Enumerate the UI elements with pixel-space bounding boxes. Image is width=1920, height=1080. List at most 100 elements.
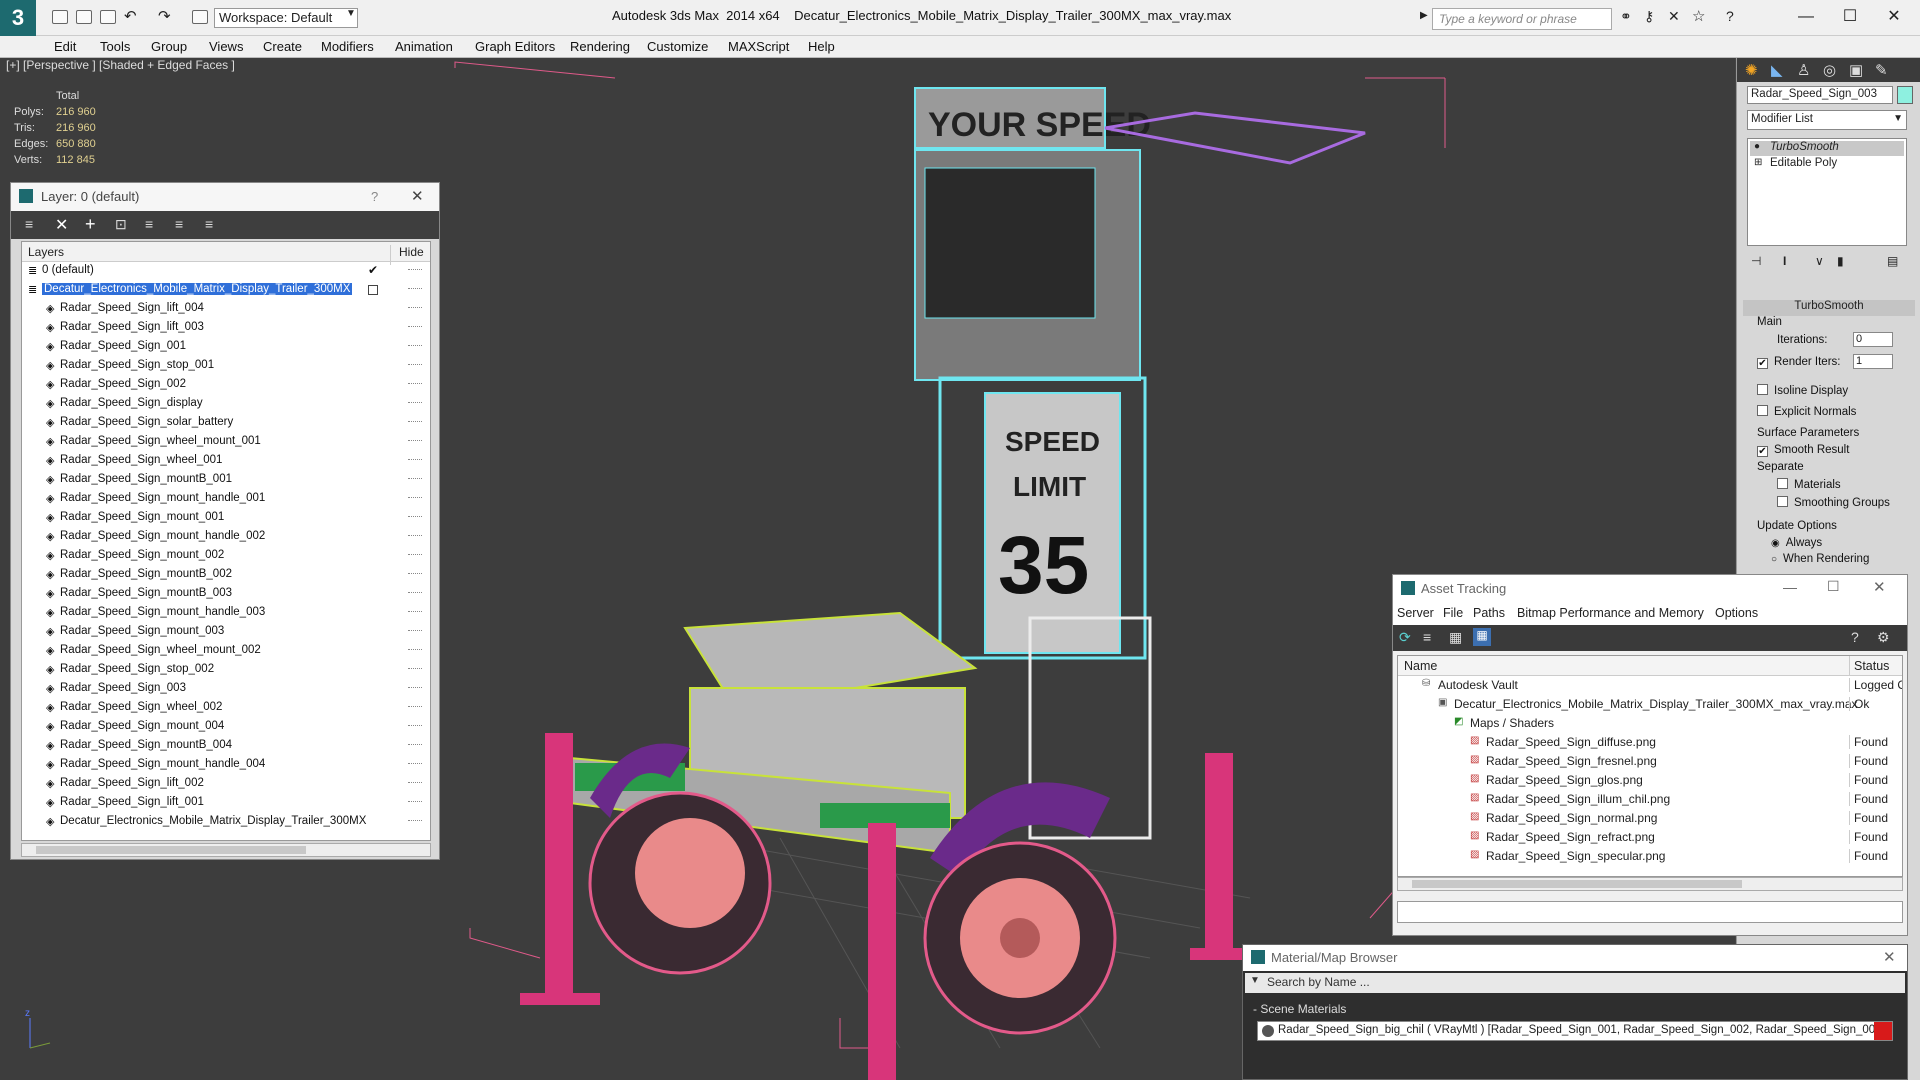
asset-row[interactable]: ▨ Radar_Speed_Sign_normal.png Found: [1398, 809, 1902, 828]
layer-row[interactable]: ◈ Radar_Speed_Sign_003: [22, 680, 430, 699]
layer-row[interactable]: ◈ Radar_Speed_Sign_001: [22, 338, 430, 357]
scene-materials-group[interactable]: - Scene Materials: [1245, 1001, 1905, 1019]
checkbox-unchecked[interactable]: [1757, 405, 1768, 416]
isoline-display-checkbox[interactable]: Isoline Display: [1757, 384, 1848, 397]
expand-icon[interactable]: ⊞: [1754, 157, 1762, 168]
layer-row[interactable]: ◈ Radar_Speed_Sign_mount_001: [22, 509, 430, 528]
close-button[interactable]: ✕: [1873, 578, 1886, 596]
add-to-layer-icon[interactable]: +: [85, 214, 96, 235]
layer-row[interactable]: ◈ Radar_Speed_Sign_mount_004: [22, 718, 430, 737]
communication-icon[interactable]: ✕: [1668, 8, 1680, 25]
lightbulb-icon[interactable]: ●: [1754, 141, 1760, 152]
help-icon[interactable]: ?: [1851, 629, 1859, 645]
menu-rendering[interactable]: Rendering: [570, 39, 630, 54]
menu-group[interactable]: Group: [151, 39, 187, 54]
hide-toggle[interactable]: [408, 763, 422, 764]
layer-row[interactable]: ◈ Radar_Speed_Sign_mountB_004: [22, 737, 430, 756]
menu-maxscript[interactable]: MAXScript: [728, 39, 789, 54]
hide-toggle[interactable]: [408, 630, 422, 631]
material-item[interactable]: Radar_Speed_Sign_big_chil ( VRayMtl ) [R…: [1257, 1021, 1893, 1041]
chevron-down-icon[interactable]: ▼: [1893, 113, 1903, 124]
checkbox-checked[interactable]: ✔: [1757, 446, 1768, 457]
star-icon[interactable]: ☆: [1692, 7, 1705, 25]
layer-horizontal-scrollbar[interactable]: [21, 843, 431, 857]
app-logo-icon[interactable]: 3: [0, 0, 36, 36]
hide-toggle[interactable]: [408, 820, 422, 821]
render-iters-spinner[interactable]: 1: [1853, 354, 1893, 369]
asset-row[interactable]: ⛁ Autodesk Vault Logged Out: [1398, 676, 1902, 695]
save-file-icon[interactable]: [100, 10, 116, 24]
layer-row[interactable]: ◈ Radar_Speed_Sign_mountB_001: [22, 471, 430, 490]
hide-toggle[interactable]: [408, 288, 422, 289]
layer-row[interactable]: ◈ Radar_Speed_Sign_lift_003: [22, 319, 430, 338]
hide-toggle[interactable]: [408, 307, 422, 308]
workspace-dropdown[interactable]: Workspace: Default: [214, 8, 358, 28]
table-view-icon[interactable]: ▦: [1473, 628, 1491, 646]
help-button[interactable]: ?: [371, 189, 378, 204]
chevron-down-icon[interactable]: ▼: [346, 8, 356, 19]
modify-tab-icon[interactable]: ◣: [1771, 61, 1783, 79]
configure-sets-icon[interactable]: ▤: [1887, 254, 1898, 268]
hide-toggle[interactable]: [408, 421, 422, 422]
hide-toggle[interactable]: [408, 744, 422, 745]
layer-row[interactable]: ◈ Radar_Speed_Sign_stop_002: [22, 661, 430, 680]
redo-icon[interactable]: ↷: [158, 7, 171, 25]
chevron-down-icon[interactable]: ▼: [1250, 975, 1260, 986]
layer-row[interactable]: ≣ 0 (default) ✔: [22, 262, 430, 281]
settings-icon[interactable]: ⚙: [1877, 629, 1890, 646]
layer-row[interactable]: ◈ Radar_Speed_Sign_lift_002: [22, 775, 430, 794]
search-input[interactable]: Type a keyword or phrase: [1432, 8, 1612, 30]
radio-empty-icon[interactable]: ○: [1771, 554, 1777, 565]
hide-toggle[interactable]: [408, 706, 422, 707]
hide-toggle[interactable]: [408, 611, 422, 612]
hide-toggle[interactable]: [408, 649, 422, 650]
asset-row[interactable]: ▨ Radar_Speed_Sign_fresnel.png Found: [1398, 752, 1902, 771]
checkbox-unchecked[interactable]: [1757, 384, 1768, 395]
modifier-editable-poly[interactable]: ⊞ Editable Poly: [1750, 157, 1904, 172]
layer-row[interactable]: ◈ Radar_Speed_Sign_mount_handle_001: [22, 490, 430, 509]
render-iters-checkbox[interactable]: ✔ Render Iters:: [1757, 356, 1840, 369]
material-search-input[interactable]: ▼ Search by Name ...: [1245, 973, 1905, 993]
hide-toggle[interactable]: [408, 440, 422, 441]
layer-row[interactable]: ◈ Radar_Speed_Sign_wheel_mount_002: [22, 642, 430, 661]
asset-menu-bitmap[interactable]: Bitmap Performance and Memory: [1517, 606, 1704, 620]
hide-toggle[interactable]: [408, 478, 422, 479]
hide-toggle[interactable]: [408, 668, 422, 669]
materials-checkbox[interactable]: Materials: [1777, 478, 1841, 491]
layer-row[interactable]: ◈ Radar_Speed_Sign_wheel_001: [22, 452, 430, 471]
asset-row[interactable]: ◩ Maps / Shaders: [1398, 714, 1902, 733]
close-icon[interactable]: ✕: [411, 187, 424, 205]
refresh-icon[interactable]: ⟳: [1399, 629, 1411, 646]
help-icon[interactable]: ?: [1726, 8, 1734, 24]
layer-row[interactable]: ◈ Radar_Speed_Sign_display: [22, 395, 430, 414]
select-objects-icon[interactable]: ⊡: [115, 216, 127, 233]
turbosmooth-rollout-header[interactable]: TurboSmooth: [1743, 300, 1915, 316]
motion-tab-icon[interactable]: ◎: [1823, 61, 1836, 79]
layer-row[interactable]: ◈ Radar_Speed_Sign_solar_battery: [22, 414, 430, 433]
radio-selected-icon[interactable]: ◉: [1771, 538, 1780, 549]
layer-row[interactable]: ≣ Decatur_Electronics_Mobile_Matrix_Displ…: [22, 281, 430, 300]
layer-row[interactable]: ◈ Radar_Speed_Sign_mount_002: [22, 547, 430, 566]
smooth-result-checkbox[interactable]: ✔ Smooth Result: [1757, 444, 1849, 457]
asset-row[interactable]: ▣ Decatur_Electronics_Mobile_Matrix_Displ…: [1398, 695, 1902, 714]
layer-row[interactable]: ◈ Radar_Speed_Sign_wheel_002: [22, 699, 430, 718]
menu-edit[interactable]: Edit: [54, 39, 76, 54]
delete-layer-icon[interactable]: ✕: [55, 215, 68, 235]
asset-horizontal-scrollbar[interactable]: [1397, 877, 1903, 891]
asset-menu-options[interactable]: Options: [1715, 606, 1758, 620]
hide-toggle[interactable]: [408, 402, 422, 403]
hide-toggle[interactable]: [408, 782, 422, 783]
open-file-icon[interactable]: [76, 10, 92, 24]
asset-row[interactable]: ▨ Radar_Speed_Sign_glos.png Found: [1398, 771, 1902, 790]
asset-row[interactable]: ▨ Radar_Speed_Sign_illum_chil.png Found: [1398, 790, 1902, 809]
remove-modifier-icon[interactable]: ▮: [1837, 254, 1844, 268]
layer-row[interactable]: ◈ Radar_Speed_Sign_wheel_mount_001: [22, 433, 430, 452]
status-column-header[interactable]: Status: [1849, 656, 1889, 676]
set-active-layer-box[interactable]: [368, 285, 378, 295]
active-layer-check-icon[interactable]: ✔: [368, 263, 378, 277]
hide-toggle[interactable]: [408, 725, 422, 726]
hide-toggle[interactable]: [408, 516, 422, 517]
asset-path-field[interactable]: [1397, 901, 1903, 923]
expand-search-icon[interactable]: ▶: [1420, 10, 1428, 21]
layer-row[interactable]: ◈ Radar_Speed_Sign_lift_001: [22, 794, 430, 813]
